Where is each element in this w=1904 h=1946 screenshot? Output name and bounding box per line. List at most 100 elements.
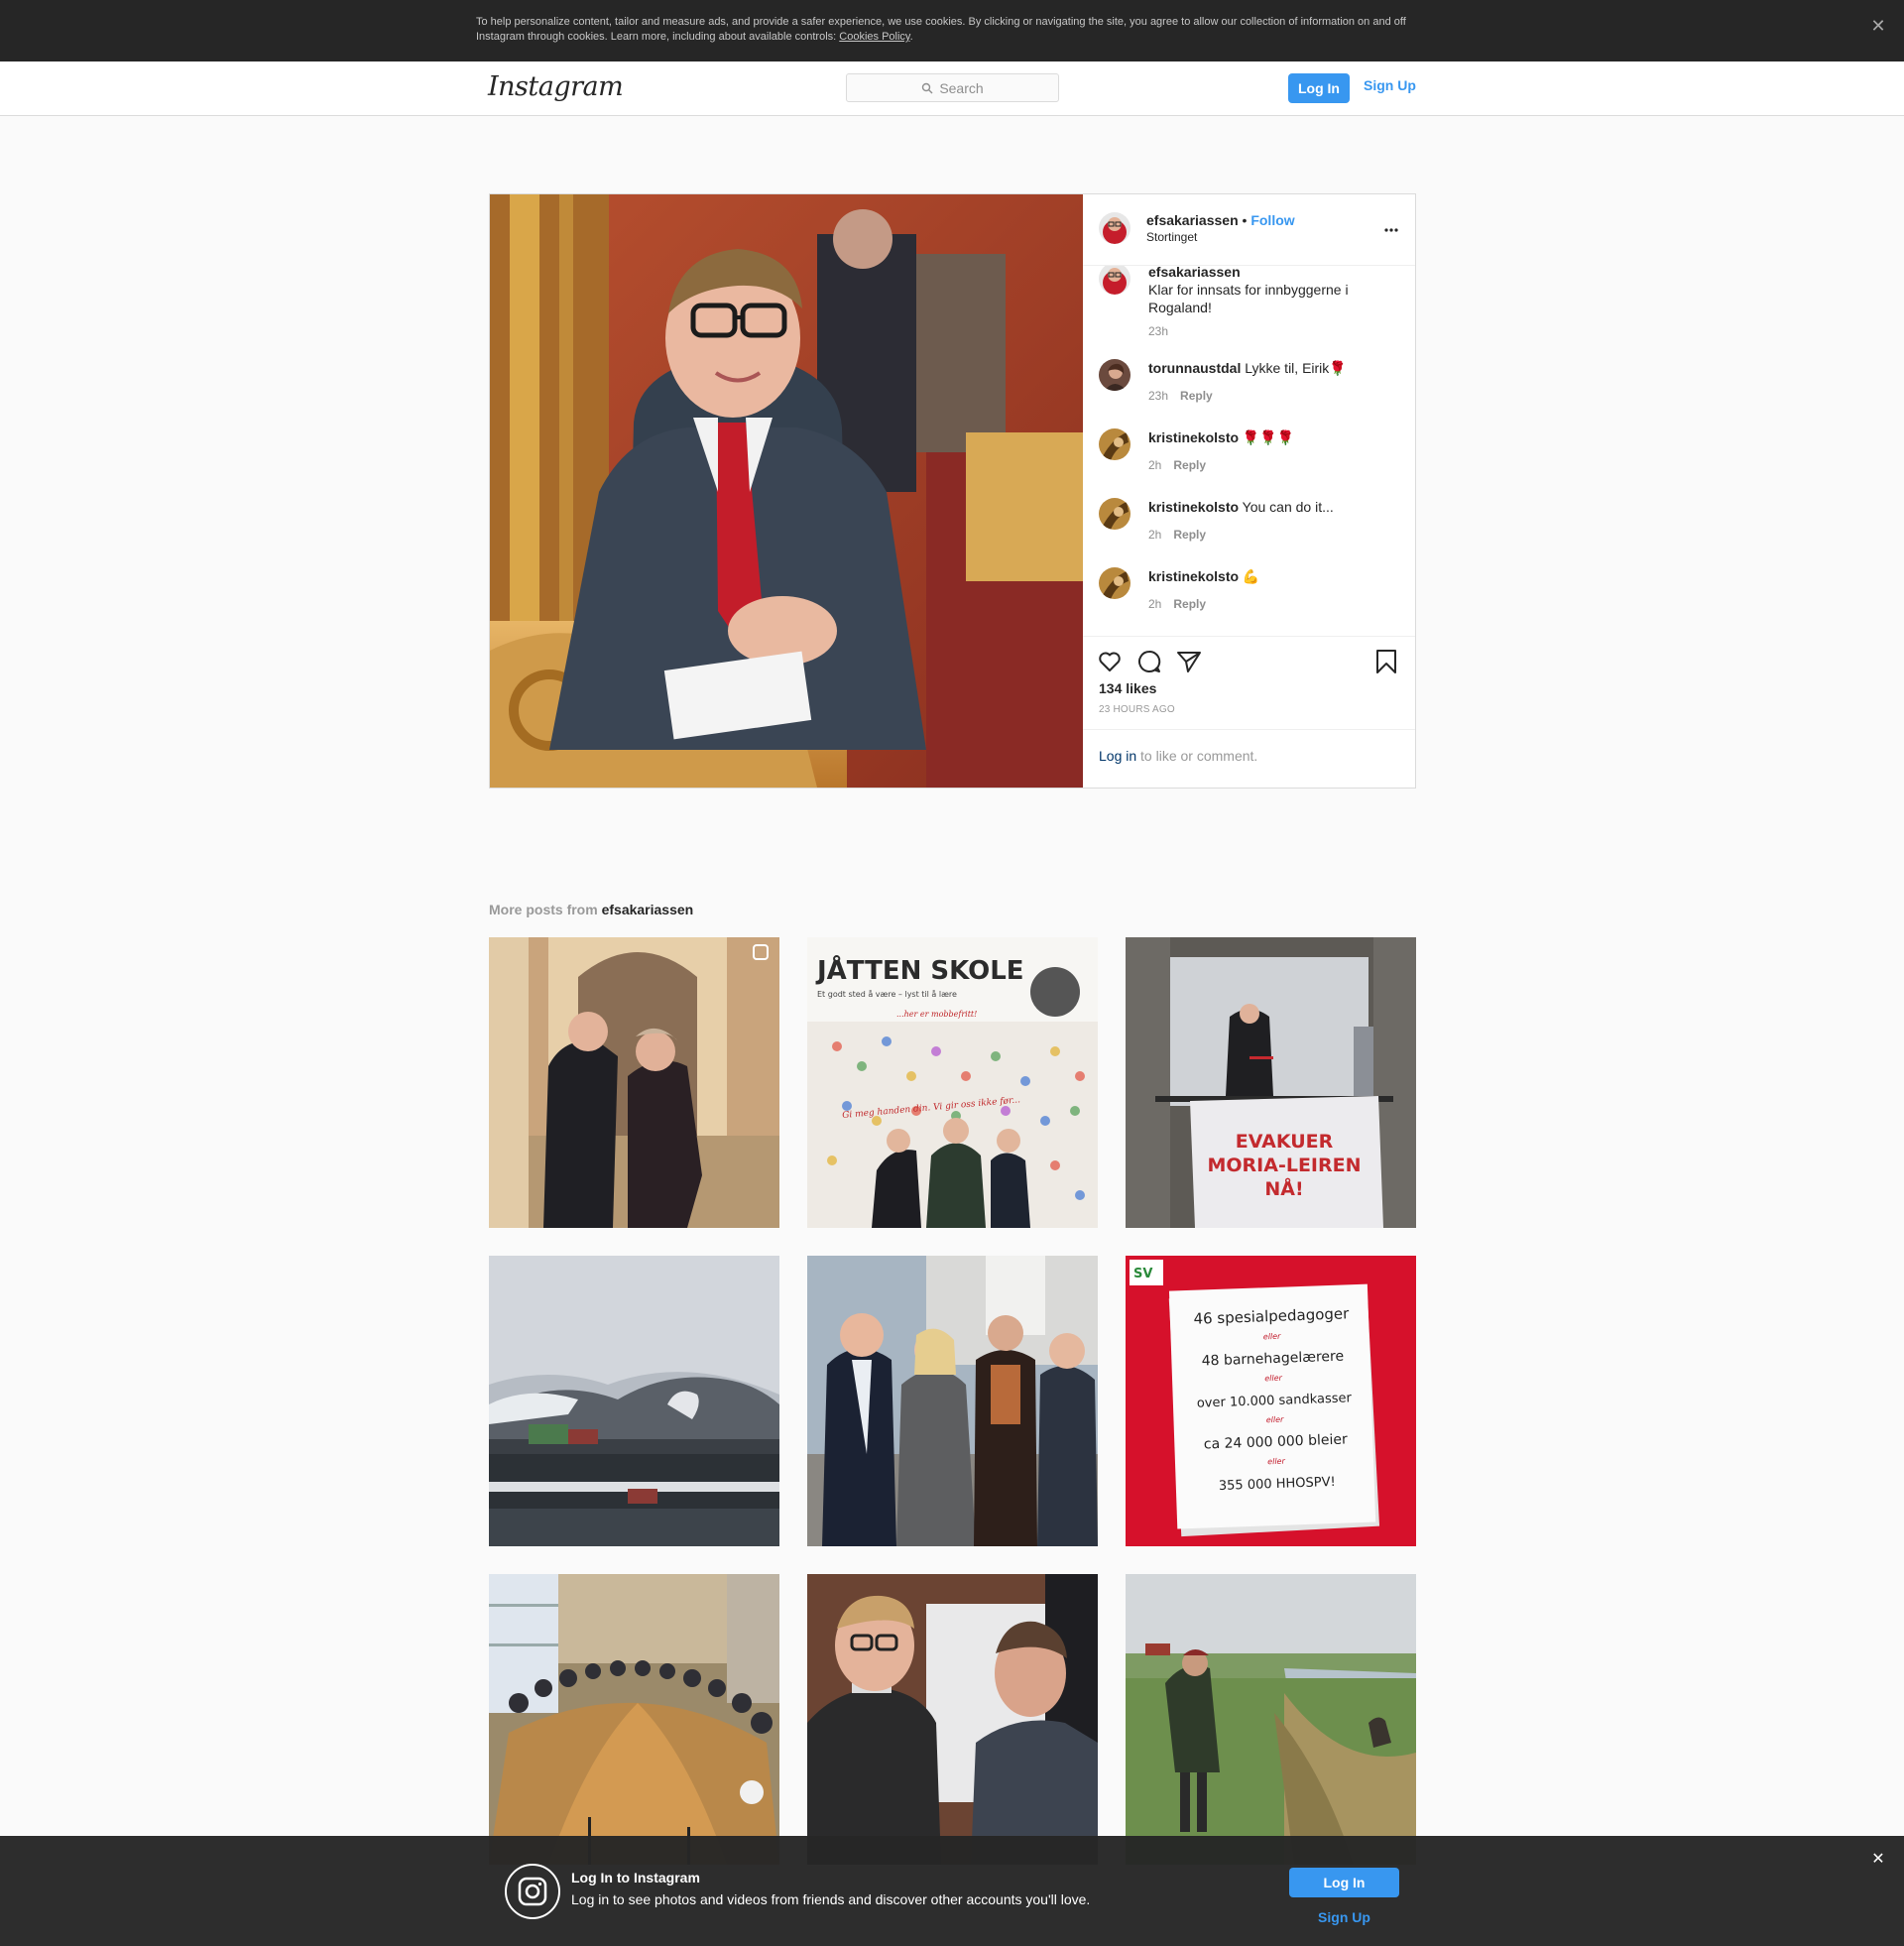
- comment-time[interactable]: 2h: [1148, 458, 1161, 472]
- comment-username[interactable]: efsakariassen: [1148, 266, 1241, 280]
- login-banner: Log In to Instagram Log in to see photos…: [0, 1836, 1904, 1946]
- more-posts-heading: More posts from efsakariassen: [489, 902, 693, 917]
- banner-line-3: NÅ!: [1264, 1176, 1303, 1200]
- comment-avatar-image: [1099, 428, 1130, 460]
- comment-avatar[interactable]: [1099, 567, 1130, 599]
- post-photo[interactable]: [490, 194, 1083, 788]
- thumbnail-image: [807, 1256, 1098, 1546]
- comment-body: kristinekolsto You can do it...: [1148, 498, 1396, 516]
- likes-count[interactable]: 134 likes: [1099, 680, 1156, 696]
- thumbnail-post[interactable]: [489, 937, 779, 1228]
- thumbnail-post[interactable]: [807, 1256, 1098, 1546]
- cookie-banner: To help personalize content, tailor and …: [0, 0, 1904, 61]
- comment-text: 🌹🌹🌹: [1239, 429, 1295, 445]
- comment-avatar[interactable]: [1099, 359, 1130, 391]
- comment-time[interactable]: 23h: [1148, 389, 1168, 403]
- search-icon: [922, 82, 933, 93]
- thumbnail-post[interactable]: [489, 1574, 779, 1865]
- thumbnail-image: [489, 1574, 779, 1865]
- cookies-policy-link[interactable]: Cookies Policy: [839, 31, 909, 43]
- reply-button[interactable]: Reply: [1173, 597, 1206, 611]
- thumbnail-post[interactable]: [807, 1574, 1098, 1865]
- heart-icon[interactable]: [1097, 649, 1123, 674]
- comment-text: 💪: [1239, 568, 1260, 584]
- author-avatar[interactable]: [1099, 212, 1130, 244]
- share-icon[interactable]: [1176, 649, 1202, 674]
- comment-avatar-image: [1099, 498, 1130, 530]
- comment-time[interactable]: 2h: [1148, 597, 1161, 611]
- comment-icon[interactable]: [1136, 649, 1162, 674]
- banner-signup-link[interactable]: Sign Up: [1289, 1909, 1399, 1925]
- location-link[interactable]: Stortinget: [1146, 230, 1197, 244]
- banner-close-button[interactable]: ✕: [1866, 1848, 1890, 1872]
- more-posts-username[interactable]: efsakariassen: [602, 902, 694, 917]
- cookie-period: .: [909, 31, 913, 43]
- author-avatar-image: [1099, 212, 1130, 244]
- comment-body: efsakariassen Klar for innsats for innbyg…: [1148, 266, 1396, 316]
- thumbnail-post[interactable]: EVAKUER MORIA-LEIREN NÅ!: [1126, 937, 1416, 1228]
- comment-avatar[interactable]: [1099, 498, 1130, 530]
- post-timestamp[interactable]: 23 HOURS AGO: [1099, 704, 1175, 715]
- follow-button[interactable]: Follow: [1250, 212, 1294, 228]
- reply-button[interactable]: Reply: [1180, 389, 1213, 403]
- bookmark-icon[interactable]: [1373, 649, 1399, 674]
- banner-line-2: MORIA-LEIREN: [1207, 1155, 1361, 1176]
- cookie-close-button[interactable]: ✕: [1866, 14, 1890, 38]
- author-line: efsakariassen • Follow: [1146, 212, 1295, 228]
- comment-meta: 2h Reply: [1148, 528, 1206, 542]
- comment-body: torunnaustdal Lykke til, Eirik🌹: [1148, 359, 1396, 377]
- post-sidebar: efsakariassen • Follow Stortinget efsaka…: [1083, 194, 1415, 788]
- comment-text: You can do it...: [1239, 499, 1334, 515]
- comment-username[interactable]: torunnaustdal: [1148, 360, 1241, 376]
- comment-text: Lykke til, Eirik🌹: [1241, 360, 1347, 376]
- author-username[interactable]: efsakariassen: [1146, 212, 1239, 228]
- reply-button[interactable]: Reply: [1173, 458, 1206, 472]
- thumbnail-image: [807, 1574, 1098, 1865]
- login-link[interactable]: Log in: [1099, 748, 1136, 764]
- comment-avatar[interactable]: [1099, 428, 1130, 460]
- comment-avatar[interactable]: [1099, 266, 1130, 295]
- post-photo-illustration: [490, 194, 1083, 788]
- comment-username[interactable]: kristinekolsto: [1148, 429, 1239, 445]
- more-options-icon[interactable]: [1383, 222, 1399, 238]
- comment-meta: 23h Reply: [1148, 389, 1213, 403]
- thumbnail-image: [489, 1256, 779, 1546]
- banner-login-button[interactable]: Log In: [1289, 1868, 1399, 1897]
- thumbnail-image: SV 46 spesialpedagoger eller 48 barnehag…: [1126, 1256, 1416, 1546]
- cookie-text: To help personalize content, tailor and …: [476, 15, 1428, 45]
- login-button[interactable]: Log In: [1288, 73, 1350, 103]
- comment-time[interactable]: 23h: [1148, 324, 1168, 338]
- school-subtitle: Et godt sted å være – lyst til å lære: [817, 989, 957, 999]
- school-tagline: ...her er mobbefritt!: [896, 1010, 977, 1019]
- banner-title: Log In to Instagram: [571, 1870, 700, 1885]
- signup-link[interactable]: Sign Up: [1364, 77, 1416, 93]
- comment-avatar-image: [1099, 567, 1130, 599]
- post-actions: 134 likes 23 HOURS AGO Log in to like or…: [1083, 636, 1415, 788]
- comment-body: kristinekolsto 🌹🌹🌹: [1148, 428, 1396, 446]
- paper-or-3: eller: [1266, 1415, 1285, 1425]
- comment-time[interactable]: 2h: [1148, 528, 1161, 542]
- thumbnail-image: [1126, 1574, 1416, 1865]
- more-posts-label: More posts from: [489, 902, 602, 917]
- paper-or-2: eller: [1264, 1374, 1283, 1384]
- post-card: efsakariassen • Follow Stortinget efsaka…: [489, 193, 1416, 789]
- instagram-logo[interactable]: Instagram: [488, 71, 624, 102]
- cookie-message: To help personalize content, tailor and …: [476, 16, 1406, 43]
- search-placeholder: Search: [939, 79, 984, 96]
- top-nav: Instagram Search Log In Sign Up: [0, 61, 1904, 116]
- thumbnail-post[interactable]: [1126, 1574, 1416, 1865]
- author-separator: •: [1238, 212, 1251, 228]
- comment-meta: 23h: [1148, 324, 1168, 338]
- comment-avatar-image: [1099, 359, 1130, 391]
- school-title: JÅTTEN SKOLE: [815, 954, 1024, 986]
- sv-logo-text: SV: [1133, 1267, 1152, 1281]
- reply-button[interactable]: Reply: [1173, 528, 1206, 542]
- search-input[interactable]: Search: [846, 73, 1059, 102]
- comment-meta: 2h Reply: [1148, 597, 1206, 611]
- thumbnail-image: JÅTTEN SKOLE Et godt sted å være – lyst …: [807, 937, 1098, 1228]
- comment-username[interactable]: kristinekolsto: [1148, 499, 1239, 515]
- thumbnail-post[interactable]: [489, 1256, 779, 1546]
- comment-username[interactable]: kristinekolsto: [1148, 568, 1239, 584]
- thumbnail-post[interactable]: JÅTTEN SKOLE Et godt sted å være – lyst …: [807, 937, 1098, 1228]
- thumbnail-post[interactable]: SV 46 spesialpedagoger eller 48 barnehag…: [1126, 1256, 1416, 1546]
